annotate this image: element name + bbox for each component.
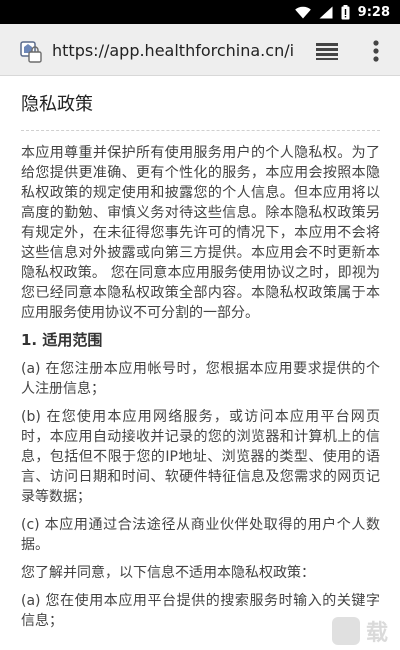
scope-item: (c) 本应用通过合法途径从商业伙伴处取得的用户个人数据。: [21, 517, 380, 553]
exclusion-intro: 您了解并同意，以下信息不适用本隐私权政策：: [21, 565, 315, 581]
page-title: 隐私政策: [21, 94, 93, 115]
title-divider: [21, 130, 380, 131]
section-heading-scope: 1. 适用范围: [21, 331, 103, 349]
page-content: 隐私政策 本应用尊重并保护所有使用服务用户的个人隐私权。为了给您提供更准确、更有…: [0, 77, 400, 650]
overflow-menu-icon[interactable]: [366, 38, 386, 64]
scope-item: (b) 在您使用本应用网络服务，或访问本应用平台网页时，本应用自动接收并记录的您…: [21, 409, 380, 505]
exclusion-item: (a) 您在使用本应用平台提供的搜索服务时输入的关键字信息；: [21, 593, 380, 629]
browser-toolbar: https://app.healthforchina.cn/i: [0, 24, 400, 76]
signal-icon: [319, 6, 333, 19]
wifi-icon: [294, 6, 311, 19]
status-time: 9:28: [357, 4, 390, 20]
scope-item: (a) 在您注册本应用帐号时，您根据本应用要求提供的个人注册信息；: [21, 361, 380, 397]
site-favicon-icon[interactable]: [20, 41, 42, 63]
url-bar[interactable]: https://app.healthforchina.cn/i: [52, 40, 298, 62]
intro-paragraph: 本应用尊重并保护所有使用服务用户的个人隐私权。为了给您提供更准确、更有个性化的服…: [21, 145, 380, 321]
battery-icon: [341, 4, 350, 20]
status-bar: 9:28: [0, 0, 400, 24]
tabs-switcher-icon[interactable]: [314, 40, 340, 62]
